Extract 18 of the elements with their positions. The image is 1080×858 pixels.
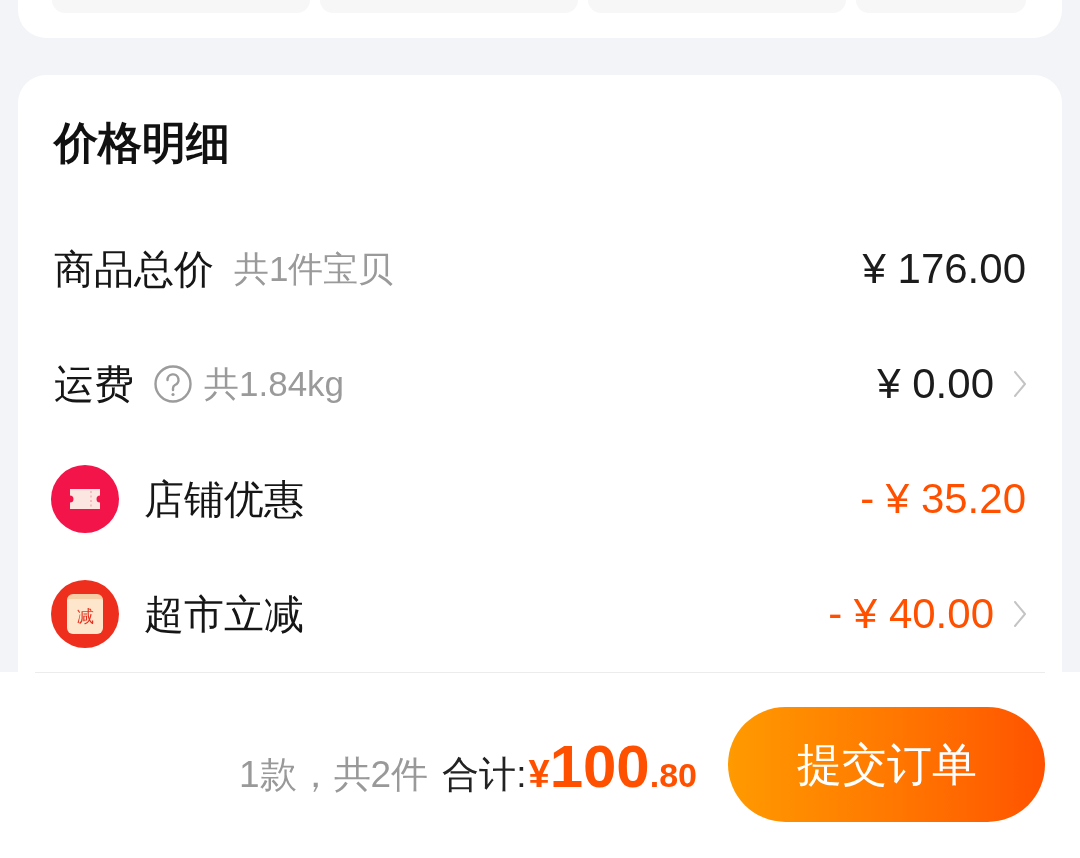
total-label: 合计: (442, 753, 527, 797)
help-icon[interactable] (154, 364, 192, 403)
row-label: 超市立减 (144, 590, 304, 638)
row-note: 共1件宝贝 (234, 247, 394, 290)
envelope-badge: 减 (51, 579, 119, 648)
amount-value: ¥ 176.00 (862, 243, 1026, 294)
amount-value[interactable]: - ¥ 40.00 (828, 587, 994, 640)
amount-value: - ¥ 35.20 (860, 473, 1026, 524)
item-count: 1款，共2件 (239, 753, 429, 797)
row-label: 运费 (54, 360, 134, 408)
row-label: 商品总价 (54, 245, 214, 293)
section-title: 价格明细 (54, 117, 230, 169)
submit-order-button[interactable]: 提交订单 (728, 707, 1045, 822)
total-price: ¥100.80 (528, 737, 697, 802)
row-label: 店铺优惠 (144, 475, 304, 523)
ticket-icon (51, 464, 119, 533)
row-note: 共1.84kg (204, 362, 345, 405)
amount-value[interactable]: ¥ 0.00 (877, 357, 994, 410)
